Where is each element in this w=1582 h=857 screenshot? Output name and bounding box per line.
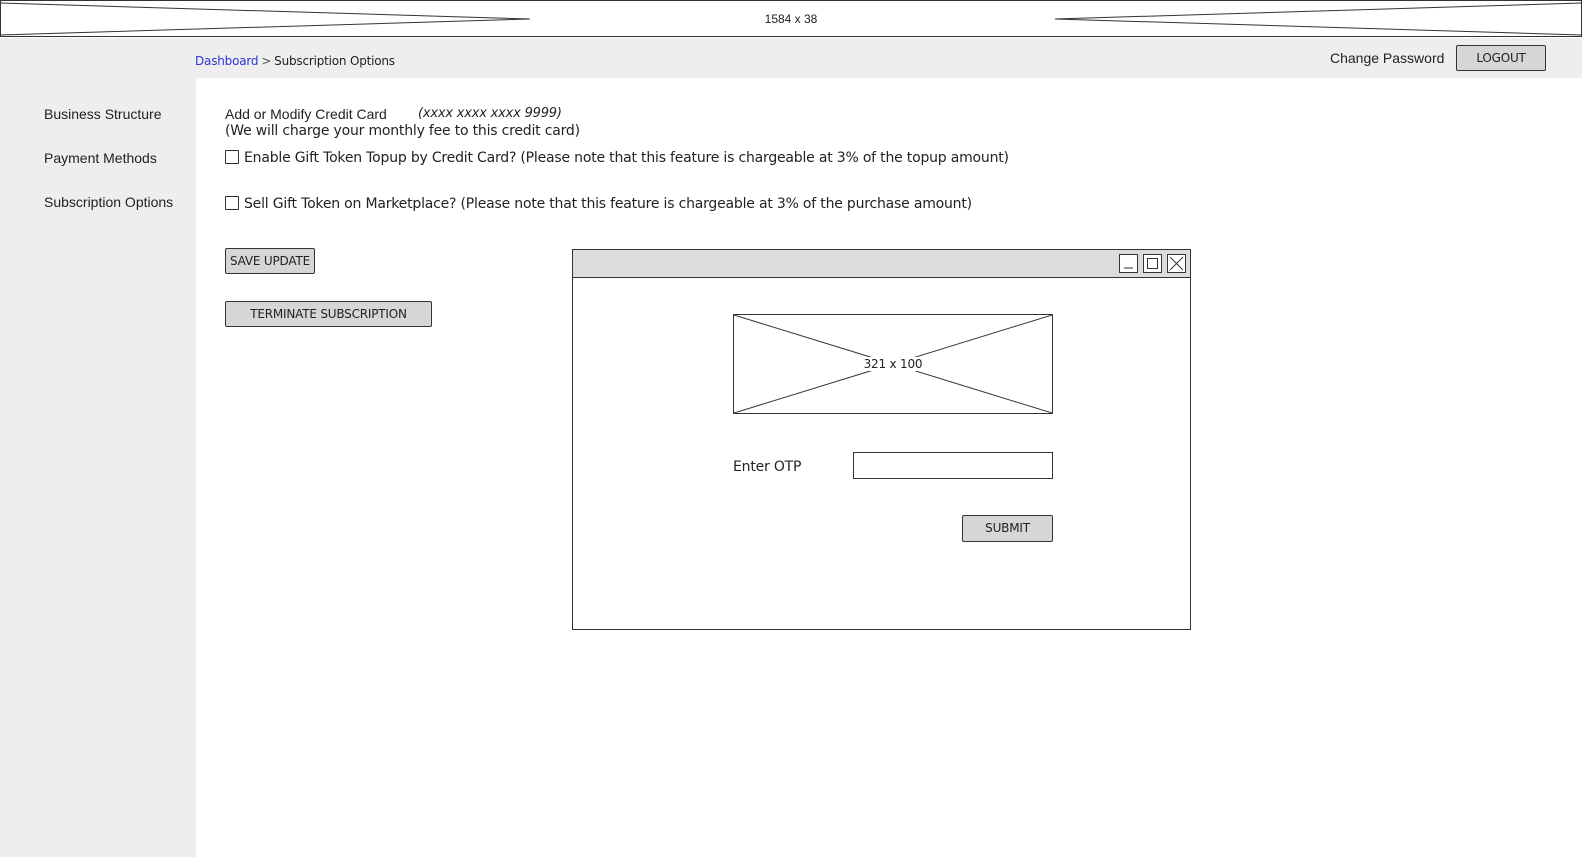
marketplace-checkbox[interactable]: [225, 196, 239, 210]
change-password-link[interactable]: Change Password: [1330, 50, 1444, 66]
otp-label: Enter OTP: [733, 459, 802, 475]
maximize-icon: [1147, 258, 1158, 269]
otp-modal-window: 321 x 100 Enter OTP SUBMIT: [572, 249, 1191, 630]
sidebar-item-payment-methods[interactable]: Payment Methods: [44, 150, 157, 166]
marketplace-option-label: Sell Gift Token on Marketplace? (Please …: [244, 196, 972, 212]
breadcrumb-current: Subscription Options: [274, 54, 395, 68]
logout-button[interactable]: LOGOUT: [1456, 45, 1546, 71]
sidebar: Business Structure Payment Methods Subsc…: [0, 78, 196, 857]
submit-button[interactable]: SUBMIT: [962, 515, 1053, 542]
terminate-subscription-button[interactable]: TERMINATE SUBSCRIPTION: [225, 301, 432, 327]
maximize-window-button[interactable]: [1143, 254, 1162, 273]
minimize-icon: [1124, 267, 1133, 269]
image-placeholder: 321 x 100: [733, 314, 1053, 414]
credit-card-masked-number: (xxxx xxxx xxxx 9999): [418, 106, 562, 121]
sidebar-item-subscription-options[interactable]: Subscription Options: [44, 194, 173, 210]
sidebar-item-business-structure[interactable]: Business Structure: [44, 106, 162, 122]
credit-card-label[interactable]: Add or Modify Credit Card: [225, 106, 387, 122]
breadcrumb-dashboard-link[interactable]: Dashboard: [195, 54, 259, 68]
breadcrumb: Dashboard > Subscription Options: [195, 54, 395, 68]
topup-option-label: Enable Gift Token Topup by Credit Card? …: [244, 150, 1009, 166]
save-update-button[interactable]: SAVE UPDATE: [225, 248, 315, 274]
otp-input[interactable]: [853, 452, 1053, 479]
image-placeholder-size: 321 x 100: [863, 357, 923, 371]
modal-titlebar: [573, 250, 1190, 278]
banner-placeholder: 1584 x 38: [0, 0, 1582, 38]
close-window-button[interactable]: [1167, 254, 1186, 273]
header-bar: Dashboard > Subscription Options Change Pa…: [0, 38, 1582, 78]
credit-card-note: (We will charge your monthly fee to this…: [225, 123, 580, 139]
image-placeholder-label: 321 x 100: [734, 357, 1052, 371]
banner-label: 1584 x 38: [764, 12, 818, 26]
minimize-window-button[interactable]: [1119, 254, 1138, 273]
close-icon: [1169, 256, 1184, 271]
topup-checkbox[interactable]: [225, 150, 239, 164]
breadcrumb-separator: >: [261, 54, 272, 68]
